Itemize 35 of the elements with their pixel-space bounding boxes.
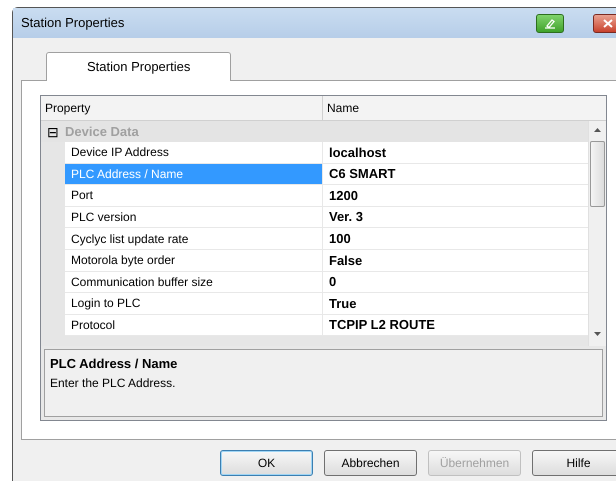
scrollbar[interactable] — [588, 121, 606, 346]
dialog-button[interactable]: OK — [220, 450, 313, 476]
close-icon — [603, 19, 613, 28]
property-name[interactable]: PLC version — [65, 206, 323, 228]
window-title: Station Properties — [21, 14, 124, 32]
dialog-button[interactable]: Abbrechen — [324, 450, 417, 476]
column-header[interactable]: Name — [323, 96, 606, 120]
pin-button[interactable] — [536, 14, 564, 33]
property-value[interactable]: False — [323, 250, 588, 272]
property-value[interactable]: localhost — [323, 142, 588, 164]
collapse-toggle[interactable]: ⊟ — [41, 124, 65, 138]
dialog-button[interactable]: Hilfe — [532, 450, 616, 476]
property-name[interactable]: Protocol — [65, 314, 323, 336]
property-name[interactable]: Communication buffer size — [65, 272, 323, 294]
property-value[interactable]: Ver. 3 — [323, 206, 588, 228]
property-value[interactable]: TCPIP L2 ROUTE — [323, 314, 588, 336]
property-value[interactable]: C6 SMART — [323, 164, 588, 186]
property-name[interactable]: Device IP Address — [65, 142, 323, 164]
scroll-thumb[interactable] — [590, 141, 605, 207]
scroll-up-icon[interactable] — [594, 128, 601, 132]
scroll-down-icon[interactable] — [594, 332, 601, 336]
column-header[interactable]: Property — [41, 96, 323, 120]
tab[interactable]: Station Properties — [46, 52, 232, 81]
property-value[interactable]: 0 — [323, 272, 588, 294]
description-text: Enter the PLC Address. — [50, 374, 176, 392]
property-name[interactable]: Motorola byte order — [65, 250, 323, 272]
property-name[interactable]: Login to PLC — [65, 293, 323, 315]
property-name[interactable]: Port — [65, 185, 323, 207]
property-name[interactable]: Cyclyc list update rate — [65, 228, 323, 250]
property-value[interactable]: True — [323, 293, 588, 315]
property-value[interactable]: 100 — [323, 228, 588, 250]
description-title: PLC Address / Name — [50, 355, 178, 373]
pen-icon — [543, 18, 557, 30]
property-value[interactable]: 1200 — [323, 185, 588, 207]
category-label: Device Data — [65, 122, 139, 141]
